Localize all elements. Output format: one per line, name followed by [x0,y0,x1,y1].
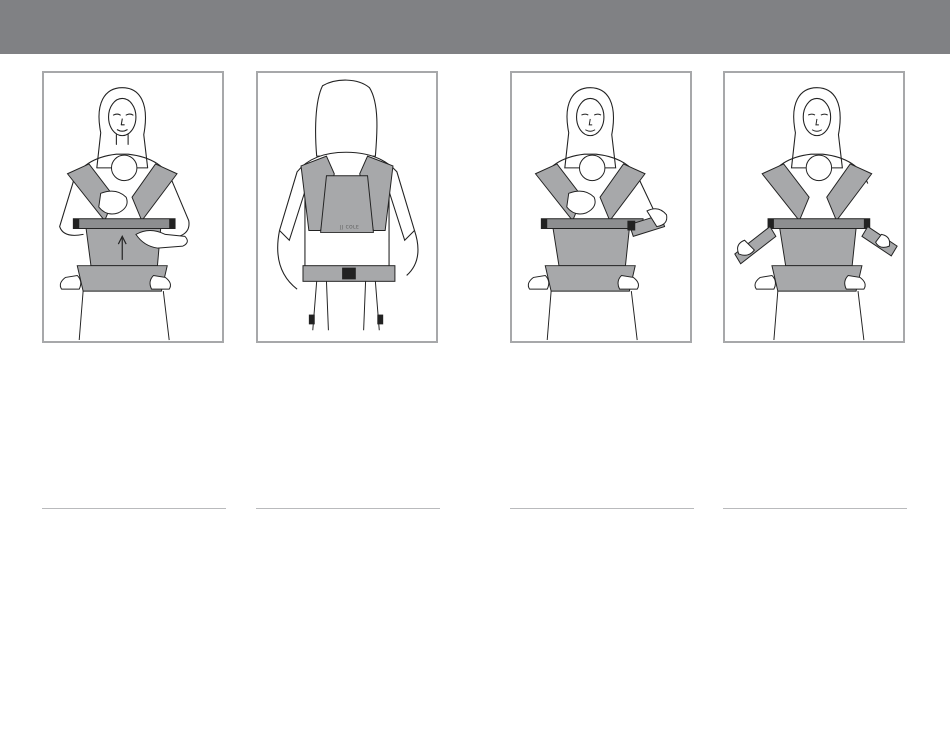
step-2-divider [256,508,440,509]
step-3-illustration-panel [510,71,692,343]
brand-mark: JJ COLE [339,225,359,231]
step-2-illustration-panel: JJ COLE [256,71,438,343]
step-4-divider [723,508,907,509]
step-3-divider [510,508,694,509]
step-1-illustration-panel [42,71,224,343]
carrier-front-fasten-side-buckle-illustration [527,87,668,341]
step-4-illustration-panel [723,71,905,343]
carrier-front-tighten-straps-illustration [734,87,898,341]
header-band [0,0,950,54]
carrier-front-lift-baby-illustration [59,87,190,341]
step-1-divider [42,508,226,509]
carrier-back-view-buckle-illustration: JJ COLE [277,79,419,331]
